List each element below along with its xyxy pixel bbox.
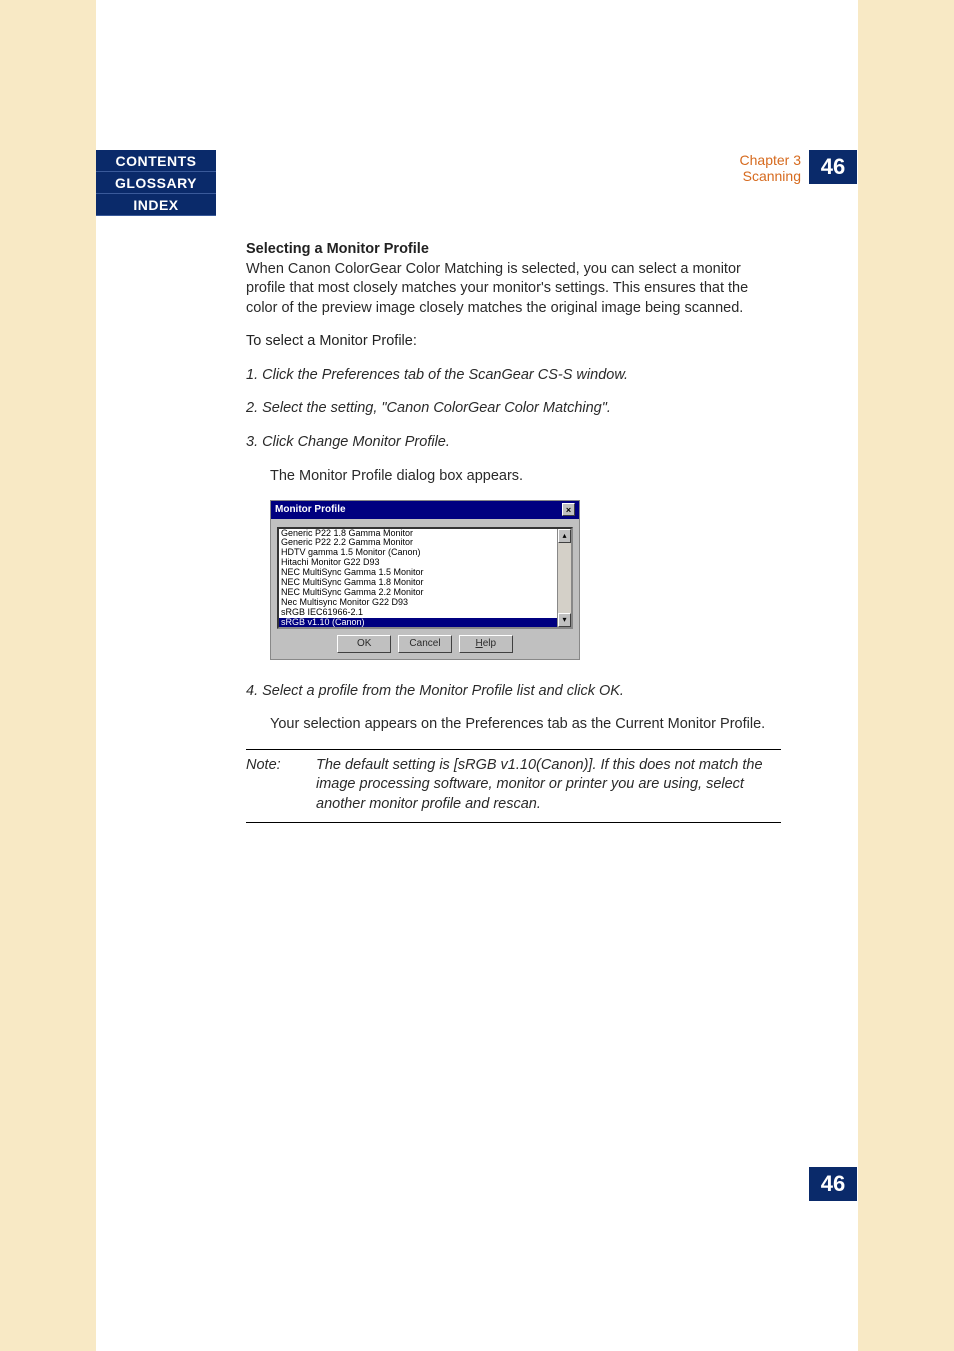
monitor-profile-dialog: Monitor Profile × Generic P22 1.8 Gamma … [270, 500, 580, 660]
step-3: 3. Click Change Monitor Profile. [246, 433, 781, 453]
dialog-button-row: OK Cancel Help [277, 629, 573, 653]
section-title: Selecting a Monitor Profile [246, 241, 429, 257]
intro-text: When Canon ColorGear Color Matching is s… [246, 261, 748, 316]
listbox-item[interactable]: sRGB v1.10 (Canon) [279, 618, 557, 627]
main-content: Selecting a Monitor Profile When Canon C… [246, 240, 781, 823]
listbox-scrollbar[interactable]: ▴ ▾ [557, 529, 571, 627]
close-icon[interactable]: × [562, 503, 575, 516]
right-margin-strip [858, 0, 954, 1351]
page-number-bottom: 46 [809, 1167, 857, 1201]
nav-glossary-button[interactable]: GLOSSARY [96, 172, 216, 194]
page-header: Chapter 3 Scanning 46 [740, 150, 857, 184]
help-rest: elp [483, 638, 496, 649]
cancel-button[interactable]: Cancel [398, 635, 452, 653]
dialog-title-text: Monitor Profile [275, 503, 346, 517]
dialog-titlebar: Monitor Profile × [271, 501, 579, 519]
listbox-items[interactable]: Generic P22 1.8 Gamma MonitorGeneric P22… [279, 529, 557, 627]
scroll-down-icon[interactable]: ▾ [558, 613, 571, 627]
monitor-profile-listbox[interactable]: Generic P22 1.8 Gamma MonitorGeneric P22… [277, 527, 573, 629]
dialog-body: Generic P22 1.8 Gamma MonitorGeneric P22… [271, 519, 579, 659]
section-label: Scanning [740, 168, 801, 184]
note-text: The default setting is [sRGB v1.10(Canon… [316, 756, 781, 815]
step-2: 2. Select the setting, "Canon ColorGear … [246, 399, 781, 419]
page-number-top: 46 [809, 150, 857, 184]
step-4-result: Your selection appears on the Preference… [270, 715, 781, 735]
left-margin-strip [0, 0, 96, 1351]
howto-heading: To select a Monitor Profile: [246, 332, 781, 352]
nav-contents-button[interactable]: CONTENTS [96, 150, 216, 172]
step-4: 4. Select a profile from the Monitor Pro… [246, 682, 781, 702]
note-block: Note: The default setting is [sRGB v1.10… [246, 749, 781, 824]
note-label: Note: [246, 756, 296, 815]
ok-button[interactable]: OK [337, 635, 391, 653]
step-1: 1. Click the Preferences tab of the Scan… [246, 366, 781, 386]
help-button[interactable]: Help [459, 635, 513, 653]
nav-index-button[interactable]: INDEX [96, 194, 216, 216]
step-3-result: The Monitor Profile dialog box appears. [270, 467, 781, 487]
scroll-up-icon[interactable]: ▴ [558, 529, 571, 543]
nav-button-group: CONTENTS GLOSSARY INDEX [96, 150, 228, 216]
chapter-label: Chapter 3 [740, 152, 801, 168]
chapter-block: Chapter 3 Scanning [740, 150, 801, 184]
help-underline: H [475, 638, 482, 649]
